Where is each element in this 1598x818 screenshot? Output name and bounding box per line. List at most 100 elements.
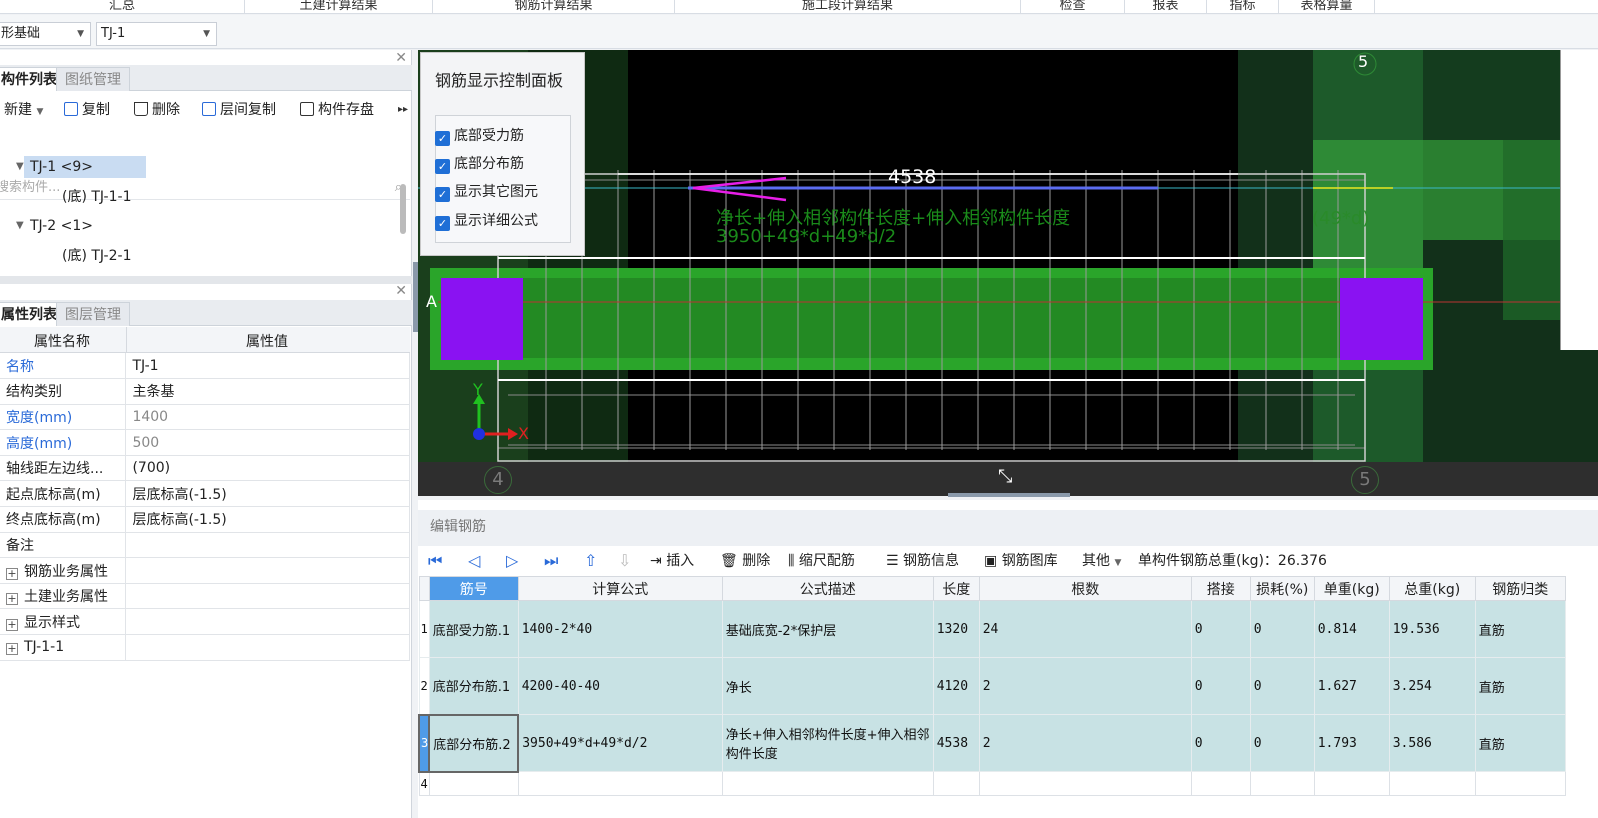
row-number[interactable]: 2	[418, 657, 430, 715]
empty-cell[interactable]	[1388, 771, 1476, 796]
property-row[interactable]: 起点底标高(m) 层底标高(-1.5)	[0, 480, 410, 508]
empty-cell[interactable]	[1474, 771, 1566, 796]
column-left[interactable]	[441, 278, 523, 360]
col-header[interactable]: 公式描述	[721, 576, 934, 601]
length-cell[interactable]: 4538	[932, 714, 980, 772]
col-header[interactable]: 筋号	[428, 576, 519, 601]
col-header[interactable]: 损耗(%)	[1249, 576, 1315, 601]
lap-cell[interactable]: 0	[1190, 657, 1251, 715]
col-header[interactable]: 总重(kg)	[1388, 576, 1476, 601]
total-weight-cell[interactable]: 19.536	[1388, 600, 1476, 658]
property-value[interactable]: 层底标高(-1.5)	[125, 480, 410, 508]
col-header[interactable]: 钢筋归类	[1474, 576, 1566, 601]
save-component-button[interactable]: 构件存盘	[300, 95, 374, 125]
tab-drawing-manage[interactable]: 图纸管理	[56, 67, 130, 91]
component-select[interactable]: TJ-1 ▼	[96, 22, 217, 46]
tab-layer-manage[interactable]: 图层管理	[56, 302, 130, 326]
expand-plus-icon[interactable]: +	[6, 643, 18, 656]
tab-table-calc[interactable]: 表格算量	[1279, 0, 1375, 13]
checkbox-bottom-main-rebar[interactable]: ✓ 底部受力筋	[435, 125, 524, 146]
checkbox-show-other[interactable]: ✓ 显示其它图元	[435, 181, 538, 202]
delete-button[interactable]: 删除	[134, 95, 180, 125]
property-value[interactable]: (700)	[125, 455, 410, 482]
last-icon[interactable]: ⏭	[544, 546, 558, 576]
loss-cell[interactable]: 0	[1249, 600, 1315, 658]
desc-cell[interactable]: 净长+伸入相邻构件长度+伸入相邻构件长度	[721, 714, 934, 772]
rebar-name-cell[interactable]: 底部分布筋.1	[428, 657, 519, 715]
expand-icon[interactable]: ▼	[16, 156, 24, 178]
first-icon[interactable]: ⏮	[428, 546, 442, 576]
checkbox-bottom-dist-rebar[interactable]: ✓ 底部分布筋	[435, 153, 524, 174]
checkbox-show-formula[interactable]: ✓ 显示详细公式	[435, 210, 538, 231]
copy-button[interactable]: 复制	[64, 95, 110, 125]
collapse-icon[interactable]: ⤡	[998, 466, 1012, 487]
close-icon[interactable]: ✕	[395, 283, 407, 299]
tree-scrollbar[interactable]	[400, 184, 406, 234]
tree-item-tj1[interactable]: TJ-1 <9>	[24, 156, 146, 178]
category-select[interactable]: 形基础 ▼	[0, 22, 91, 46]
move-up-icon[interactable]: ⇧	[584, 546, 597, 576]
expand-plus-icon[interactable]: +	[6, 593, 18, 606]
property-value[interactable]: 主条基	[125, 378, 410, 405]
table-row[interactable]: 3 底部分布筋.2 3950+49*d+49*d/2 净长+伸入相邻构件长度+伸…	[417, 713, 1566, 773]
empty-cell[interactable]	[721, 771, 934, 796]
row-number[interactable]: 1	[418, 600, 430, 658]
tab-stage-results[interactable]: 施工段计算结果	[675, 0, 1021, 13]
empty-cell[interactable]	[1313, 771, 1390, 796]
table-row[interactable]: 2 底部分布筋.1 4200-40-40 净长 4120 2 0 0 1.627…	[418, 657, 1566, 715]
drawing-viewport[interactable]: 4538 净长+伸入相邻构件长度+伸入相邻构件长度 3950+49*d+49*d…	[418, 50, 1598, 462]
empty-cell[interactable]	[1249, 771, 1315, 796]
count-cell[interactable]: 2	[978, 657, 1192, 715]
unit-weight-cell[interactable]: 1.793	[1313, 714, 1390, 772]
col-header[interactable]: 长度	[932, 576, 980, 601]
length-cell[interactable]: 4120	[932, 657, 980, 715]
tree-item-tj2[interactable]: TJ-2 <1>	[30, 215, 93, 237]
close-icon[interactable]: ✕	[395, 50, 407, 66]
rebar-name-cell[interactable]: 底部受力筋.1	[428, 600, 519, 658]
formula-cell[interactable]: 4200-40-40	[517, 657, 723, 715]
total-weight-cell[interactable]: 3.254	[1388, 657, 1476, 715]
expand-icon[interactable]: ▼	[16, 215, 24, 237]
loss-cell[interactable]: 0	[1249, 657, 1315, 715]
empty-cell[interactable]	[1190, 771, 1251, 796]
tab-civil-results[interactable]: 土建计算结果	[245, 0, 433, 13]
scale-rebar-button[interactable]: ⫼ 缩尺配筋	[788, 546, 855, 576]
property-row[interactable]: 宽度(mm) 1400	[0, 404, 410, 431]
total-weight-cell[interactable]: 3.586	[1388, 714, 1476, 772]
table-row[interactable]: 1 底部受力筋.1 1400-2*40 基础底宽-2*保护层 1320 24 0…	[418, 600, 1566, 658]
rebar-library-button[interactable]: ▣ 钢筋图库	[984, 546, 1058, 576]
splitter-handle[interactable]	[948, 493, 1070, 497]
property-row[interactable]: 结构类别 主条基	[0, 378, 410, 405]
right-floating-panel[interactable]	[1560, 50, 1598, 350]
formula-cell[interactable]: 3950+49*d+49*d/2	[517, 714, 723, 772]
floor-copy-button[interactable]: 层间复制	[202, 95, 276, 125]
expand-plus-icon[interactable]: +	[6, 567, 18, 580]
tree-item-tj1-1[interactable]: (底) TJ-1-1	[62, 186, 131, 208]
tab-index[interactable]: 指标	[1207, 0, 1279, 13]
empty-cell[interactable]	[428, 771, 519, 796]
search-input[interactable]: 搜索构件...	[0, 180, 60, 195]
count-cell[interactable]: 24	[978, 600, 1192, 658]
lap-cell[interactable]: 0	[1190, 714, 1251, 772]
unit-weight-cell[interactable]: 1.627	[1313, 657, 1390, 715]
row-number[interactable]: 3	[417, 713, 431, 773]
empty-cell[interactable]	[517, 771, 723, 796]
property-row[interactable]: 轴线距左边线... (700)	[0, 455, 410, 482]
tab-rebar-results[interactable]: 钢筋计算结果	[433, 0, 675, 13]
table-row-empty[interactable]: 4	[418, 771, 1566, 796]
column-right[interactable]	[1340, 278, 1423, 360]
tab-check[interactable]: 检查	[1021, 0, 1125, 13]
desc-cell[interactable]: 基础底宽-2*保护层	[721, 600, 934, 658]
new-button[interactable]: 新建 ▼	[4, 95, 43, 125]
empty-cell[interactable]	[932, 771, 980, 796]
empty-cell[interactable]	[978, 771, 1192, 796]
unit-weight-cell[interactable]: 0.814	[1313, 600, 1390, 658]
col-header[interactable]: 计算公式	[517, 576, 723, 601]
prev-icon[interactable]: ◁	[468, 546, 480, 576]
property-group-row[interactable]: + 显示样式	[0, 608, 410, 636]
rebar-type-cell[interactable]: 直筋	[1474, 600, 1566, 658]
property-group-row[interactable]: + 钢筋业务属性	[0, 557, 410, 584]
more-icon[interactable]: ▸▸	[398, 95, 408, 125]
desc-cell[interactable]: 净长	[721, 657, 934, 715]
col-header[interactable]: 搭接	[1190, 576, 1251, 601]
